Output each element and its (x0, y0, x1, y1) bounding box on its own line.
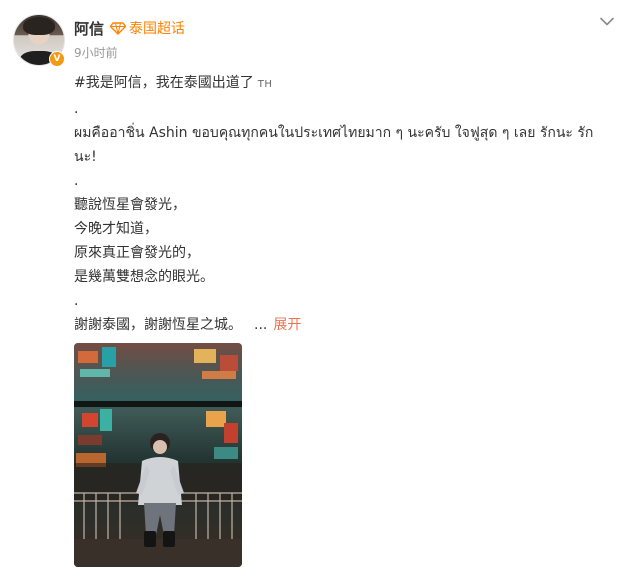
text-last-line: 謝謝泰國，謝謝恆星之城。 (74, 317, 242, 333)
text-line: 謝謝泰國，謝謝恆星之城。... 展开 (74, 313, 604, 337)
text-line: 原來真正會發光的， (74, 245, 200, 261)
author-name[interactable]: 阿信 (74, 18, 104, 39)
text-line: นะ! (74, 149, 97, 165)
photo-image (74, 343, 242, 567)
post-time[interactable]: 9小时前 (74, 44, 118, 61)
text-line: 今晚才知道， (74, 221, 158, 237)
text-line: . (74, 173, 79, 189)
post-photo[interactable] (74, 343, 242, 567)
text-line: 是幾萬雙想念的眼光。 (74, 269, 214, 285)
text-line: 聽說恆星會發光， (74, 197, 186, 213)
avatar-hair (23, 17, 55, 35)
hashtag-link[interactable]: #我是阿信，我在泰國出道了 (74, 75, 254, 91)
super-topic-tag[interactable]: 泰国超话 (110, 19, 185, 37)
more-menu-button[interactable] (598, 14, 616, 28)
verified-badge: V (49, 51, 65, 67)
diamond-tag-icon (110, 21, 126, 35)
text-line: #我是阿信，我在泰國出道了 TH (74, 71, 604, 97)
weibo-post-card: V 阿信 泰国超话 9小时前 #我是阿信，我在泰國出道了 TH . ผมคืออา… (0, 0, 626, 579)
flag-label: TH (257, 79, 273, 90)
super-topic-label: 泰国超话 (129, 21, 185, 37)
text-line: . (74, 293, 79, 309)
text-line: ผมคืออาชิ่น Ashin ขอบคุณทุกคนในประเทศไทย… (74, 125, 594, 141)
chevron-down-icon (600, 17, 614, 25)
expand-link[interactable]: 展开 (273, 317, 301, 333)
text-line: . (74, 101, 79, 117)
ellipsis: ... (254, 317, 268, 333)
post-text: #我是阿信，我在泰國出道了 TH . ผมคืออาชิ่น Ashin ขอบค… (74, 71, 604, 337)
